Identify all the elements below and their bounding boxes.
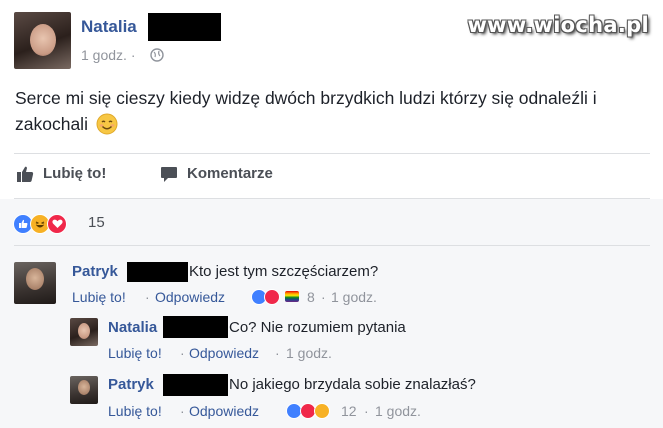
like-button[interactable]: Lubię to!: [43, 165, 106, 182]
separator: ·: [275, 345, 280, 361]
rainbow-reaction-icon[interactable]: [285, 291, 299, 302]
comment-text: Kto jest tym szczęściarzem?: [189, 263, 379, 280]
post-author-avatar[interactable]: [14, 12, 71, 69]
thumbs-up-icon: [17, 166, 34, 182]
avatar-face: [26, 268, 44, 290]
watermark: www.wiocha.pl: [467, 13, 649, 37]
reply-author-avatar[interactable]: [70, 318, 98, 346]
smiling-face-icon: [96, 113, 118, 135]
post-text: Serce mi się cieszy kiedy widzę dwóch br…: [15, 85, 655, 137]
reply-author-name[interactable]: Natalia: [108, 319, 157, 336]
haha-reaction-icon[interactable]: [314, 403, 330, 419]
reply-time[interactable]: 1 godz.: [286, 345, 332, 361]
redacted-surname: [163, 316, 228, 338]
avatar-face: [30, 24, 56, 56]
post-timestamp[interactable]: 1 godz. ·: [81, 47, 136, 63]
comment-reaction-count[interactable]: 8: [307, 289, 315, 305]
comment-reply-link[interactable]: Odpowiedz: [155, 289, 225, 305]
reply-author-name[interactable]: Patryk: [108, 376, 154, 393]
reply-reply-link[interactable]: Odpowiedz: [189, 345, 259, 361]
reply-like-link[interactable]: Lubię to!: [108, 403, 162, 419]
avatar-face: [78, 323, 90, 339]
reply-reaction-count[interactable]: 12: [341, 403, 357, 419]
post-time[interactable]: 1 godz.: [81, 47, 127, 63]
globe-icon: [150, 48, 164, 62]
separator: ·: [145, 289, 150, 305]
comment-like-link[interactable]: Lubię to!: [72, 289, 126, 305]
love-reaction-icon[interactable]: [264, 289, 280, 305]
post-author-name[interactable]: Natalia: [81, 17, 137, 37]
avatar-face: [78, 380, 90, 395]
reply-time[interactable]: 1 godz.: [375, 403, 421, 419]
separator: ·: [130, 47, 136, 63]
comment-icon: [161, 167, 177, 182]
separator: ·: [321, 289, 326, 305]
redacted-surname: [163, 374, 228, 396]
reactions-count[interactable]: 15: [88, 214, 105, 231]
comment-author-avatar[interactable]: [14, 262, 56, 304]
redacted-surname: [148, 13, 221, 41]
redacted-surname: [127, 262, 188, 282]
comments-top-divider: [14, 245, 650, 246]
reply-text: Co? Nie rozumiem pytania: [229, 319, 406, 336]
reply-author-avatar[interactable]: [70, 376, 98, 404]
reply-reply-link[interactable]: Odpowiedz: [189, 403, 259, 419]
actions-top-divider: [14, 153, 650, 154]
love-reaction-icon[interactable]: [47, 214, 67, 234]
comment-button[interactable]: Komentarze: [187, 165, 273, 182]
comment-author-name[interactable]: Patryk: [72, 263, 118, 280]
comment-time[interactable]: 1 godz.: [331, 289, 377, 305]
comments-panel-bg: [0, 199, 663, 428]
separator: ·: [180, 403, 185, 419]
reply-text: No jakiego brzydala sobie znalazłaś?: [229, 376, 476, 393]
separator: ·: [180, 345, 185, 361]
reply-like-link[interactable]: Lubię to!: [108, 345, 162, 361]
separator: ·: [364, 403, 369, 419]
